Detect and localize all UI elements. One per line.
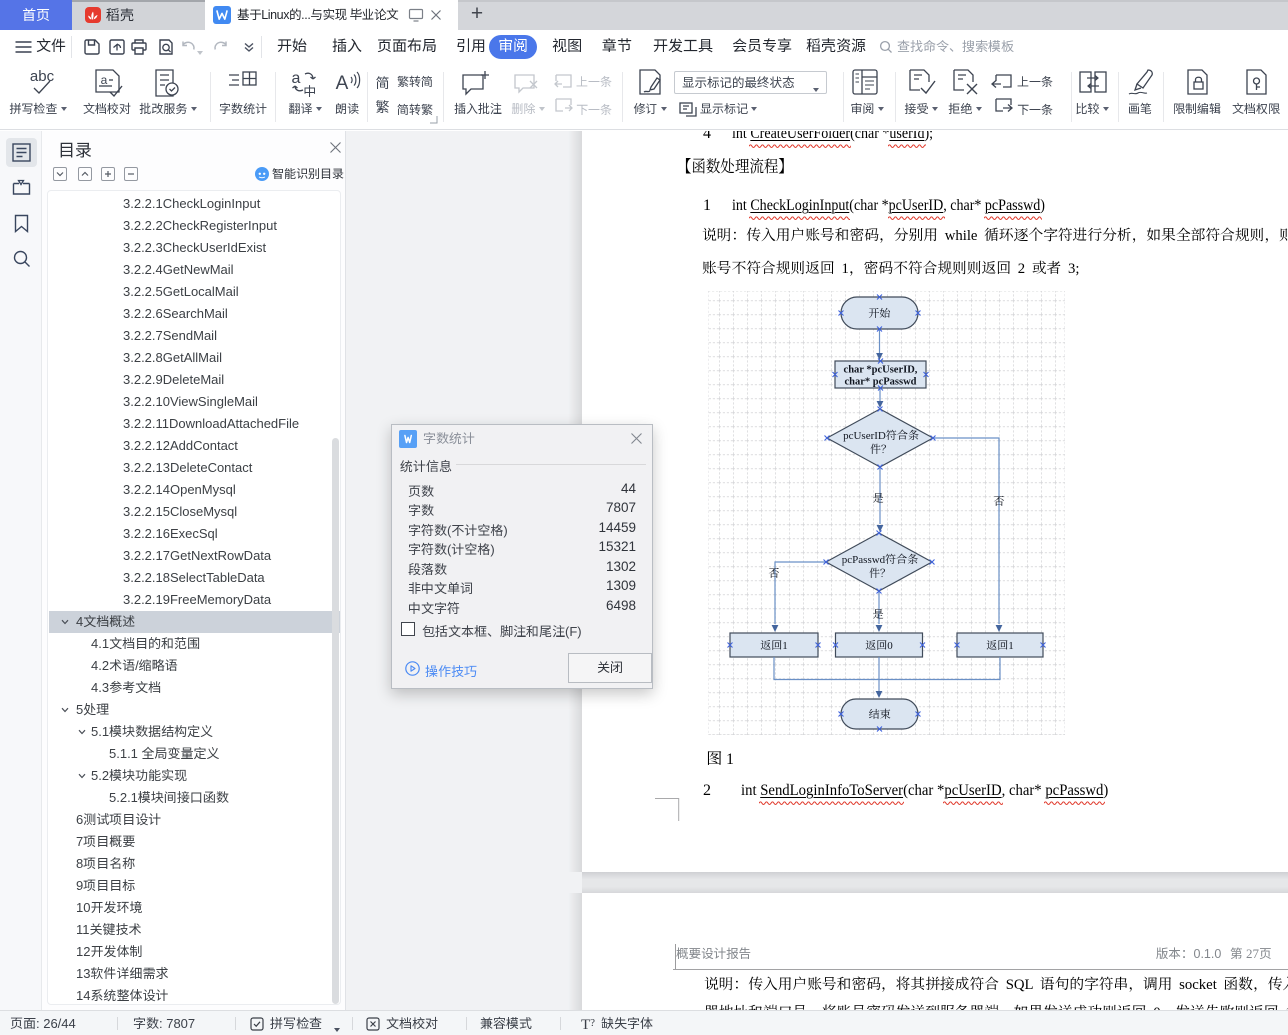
svg-text:件？: 件？ [869, 567, 891, 580]
svg-text:A: A [336, 73, 349, 94]
svg-text:繁: 繁 [376, 97, 390, 116]
svg-text:pcUserID符合条: pcUserID符合条 [843, 429, 919, 442]
svg-text:abc: abc [30, 68, 55, 85]
svg-text:开始: 开始 [869, 307, 891, 320]
svg-text:返回1: 返回1 [986, 639, 1014, 652]
svg-text:否: 否 [994, 495, 1005, 508]
svg-text:简: 简 [376, 73, 390, 92]
svg-text:pcPasswd符合条: pcPasswd符合条 [842, 553, 918, 566]
svg-text:结束: 结束 [869, 708, 891, 721]
svg-text:返回1: 返回1 [760, 639, 788, 652]
svg-text:是: 是 [873, 493, 885, 505]
svg-text:是: 是 [873, 609, 885, 621]
svg-text:返回0: 返回0 [865, 639, 893, 652]
svg-text:char* pcPasswd: char* pcPasswd [844, 377, 916, 388]
svg-text:char *pcUserID,: char *pcUserID, [844, 365, 918, 376]
svg-text:件？: 件？ [870, 443, 892, 456]
svg-text:a: a [101, 73, 108, 87]
svg-text:中: 中 [303, 81, 316, 100]
svg-text:a: a [292, 70, 301, 87]
svg-text:否: 否 [769, 567, 780, 580]
